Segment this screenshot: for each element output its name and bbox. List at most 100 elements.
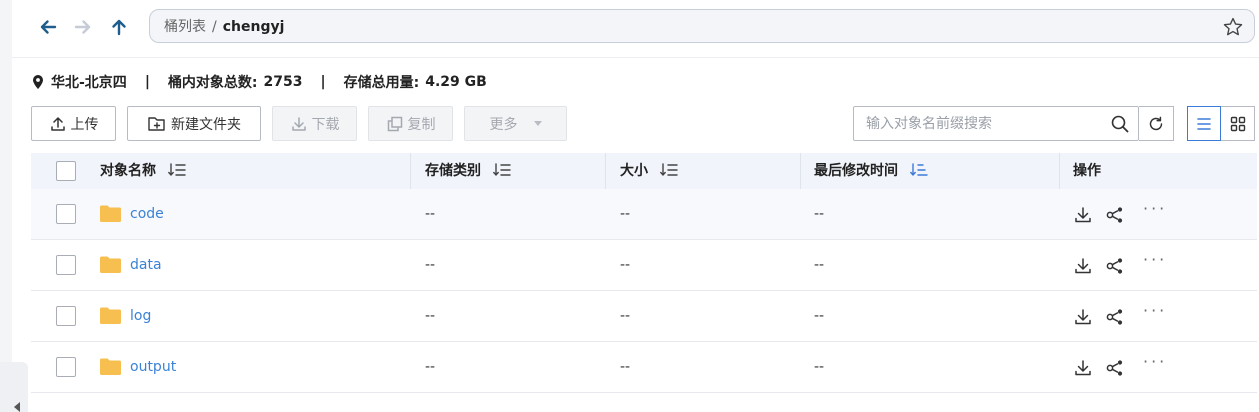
object-name-link[interactable]: log bbox=[130, 291, 151, 342]
storage-usage-label: 存储总用量: bbox=[343, 75, 420, 91]
row-checkbox[interactable] bbox=[56, 306, 76, 326]
column-header-storage-class[interactable]: 存储类别 bbox=[425, 153, 511, 189]
row-share-button[interactable] bbox=[1104, 306, 1126, 328]
row-checkbox[interactable] bbox=[56, 204, 76, 224]
object-search bbox=[853, 106, 1139, 141]
row-more-button[interactable]: ··· bbox=[1143, 252, 1167, 275]
size-cell: -- bbox=[620, 257, 631, 273]
grid-icon bbox=[1230, 116, 1245, 131]
column-actions-label: 操作 bbox=[1073, 163, 1101, 179]
folder-icon bbox=[100, 307, 121, 324]
grid-view-toggle[interactable] bbox=[1221, 106, 1255, 141]
row-more-button[interactable]: ··· bbox=[1143, 354, 1167, 377]
storage-class-cell: -- bbox=[425, 206, 436, 222]
download-icon bbox=[1075, 360, 1091, 376]
share-icon bbox=[1106, 360, 1123, 376]
row-share-button[interactable] bbox=[1104, 255, 1126, 277]
copy-label: 复制 bbox=[407, 116, 436, 133]
storage-class-cell: -- bbox=[425, 359, 436, 375]
new-folder-icon bbox=[148, 116, 165, 131]
storage-class-cell: -- bbox=[425, 257, 436, 273]
star-icon[interactable] bbox=[1222, 16, 1244, 38]
share-icon bbox=[1106, 207, 1123, 223]
upload-label: 上传 bbox=[70, 116, 99, 133]
row-checkbox[interactable] bbox=[56, 357, 76, 377]
row-share-button[interactable] bbox=[1104, 204, 1126, 226]
more-label: 更多 bbox=[489, 116, 518, 133]
refresh-button[interactable] bbox=[1139, 106, 1174, 141]
collapse-panel-toggle[interactable] bbox=[0, 362, 28, 412]
column-divider bbox=[1059, 153, 1060, 189]
copy-button[interactable]: 复制 bbox=[368, 106, 453, 141]
new-folder-button[interactable]: 新建文件夹 bbox=[127, 106, 261, 141]
search-icon[interactable] bbox=[1110, 114, 1130, 134]
table-row[interactable]: data -- -- -- ··· bbox=[31, 240, 1257, 291]
object-name-link[interactable]: output bbox=[130, 342, 176, 393]
download-icon bbox=[1075, 309, 1091, 325]
location-pin-icon bbox=[33, 75, 43, 89]
more-dropdown[interactable]: 更多 bbox=[464, 106, 567, 141]
folder-icon bbox=[100, 358, 121, 375]
folder-icon bbox=[100, 256, 121, 273]
arrow-left-icon bbox=[40, 20, 57, 34]
list-view-toggle[interactable] bbox=[1187, 106, 1221, 141]
storage-usage-value: 4.29 GB bbox=[425, 74, 487, 90]
table-row[interactable]: output -- -- -- ··· bbox=[31, 342, 1257, 393]
table-row[interactable]: code -- -- -- ··· bbox=[31, 189, 1257, 240]
row-more-button[interactable]: ··· bbox=[1143, 303, 1167, 326]
bucket-info: 华北-北京四 | 桶内对象总数: 2753 | 存储总用量: 4.29 GB bbox=[31, 71, 487, 93]
column-header-modified[interactable]: 最后修改时间 bbox=[814, 153, 928, 189]
column-divider bbox=[410, 153, 411, 189]
table-row[interactable]: log -- -- -- ··· bbox=[31, 291, 1257, 342]
download-icon bbox=[1075, 258, 1091, 274]
row-more-button[interactable]: ··· bbox=[1143, 201, 1167, 224]
sort-active-icon[interactable] bbox=[910, 162, 928, 177]
size-cell: -- bbox=[620, 359, 631, 375]
row-download-button[interactable] bbox=[1072, 357, 1094, 379]
table-header: 对象名称 存储类别 大小 最后修改时间 操作 bbox=[31, 153, 1257, 189]
breadcrumb-bucket-list[interactable]: 桶列表 bbox=[164, 19, 206, 35]
address-bar[interactable]: 桶列表 / chengyj bbox=[149, 9, 1255, 43]
column-storage-class-label: 存储类别 bbox=[425, 163, 481, 179]
object-name-link[interactable]: code bbox=[130, 189, 164, 240]
download-label: 下载 bbox=[311, 116, 340, 133]
sort-icon[interactable] bbox=[493, 162, 511, 177]
column-name-label: 对象名称 bbox=[100, 163, 156, 179]
up-button[interactable] bbox=[106, 14, 132, 40]
arrow-up-icon bbox=[112, 19, 126, 36]
folder-icon bbox=[100, 205, 121, 222]
object-count-label: 桶内对象总数: bbox=[167, 75, 258, 91]
sort-icon[interactable] bbox=[168, 162, 186, 177]
download-icon bbox=[291, 116, 306, 131]
column-header-size[interactable]: 大小 bbox=[620, 153, 678, 189]
download-button[interactable]: 下载 bbox=[272, 106, 357, 141]
object-name-link[interactable]: data bbox=[130, 240, 162, 291]
caret-down-icon bbox=[533, 121, 542, 126]
left-page-edge bbox=[0, 0, 12, 412]
row-checkbox[interactable] bbox=[56, 255, 76, 275]
upload-button[interactable]: 上传 bbox=[31, 106, 116, 141]
obs-object-browser: 桶列表 / chengyj 华北-北京四 | 桶内对象总数: 2753 | 存储总用… bbox=[0, 0, 1259, 412]
download-icon bbox=[1075, 207, 1091, 223]
share-icon bbox=[1106, 258, 1123, 274]
select-all-checkbox[interactable] bbox=[56, 161, 76, 181]
row-download-button[interactable] bbox=[1072, 306, 1094, 328]
column-modified-label: 最后修改时间 bbox=[814, 163, 898, 179]
size-cell: -- bbox=[620, 308, 631, 324]
breadcrumb-current: chengyj bbox=[222, 19, 285, 35]
search-input[interactable] bbox=[866, 107, 1096, 140]
column-size-label: 大小 bbox=[620, 163, 648, 179]
forward-button[interactable] bbox=[70, 14, 96, 40]
modified-cell: -- bbox=[814, 257, 825, 273]
row-download-button[interactable] bbox=[1072, 255, 1094, 277]
share-icon bbox=[1106, 309, 1123, 325]
object-count-value: 2753 bbox=[263, 74, 303, 90]
list-icon bbox=[1197, 117, 1211, 130]
column-header-actions: 操作 bbox=[1073, 153, 1101, 189]
back-button[interactable] bbox=[35, 14, 61, 40]
column-header-name[interactable]: 对象名称 bbox=[100, 153, 186, 189]
size-cell: -- bbox=[620, 206, 631, 222]
sort-icon[interactable] bbox=[660, 162, 678, 177]
row-download-button[interactable] bbox=[1072, 204, 1094, 226]
row-share-button[interactable] bbox=[1104, 357, 1126, 379]
